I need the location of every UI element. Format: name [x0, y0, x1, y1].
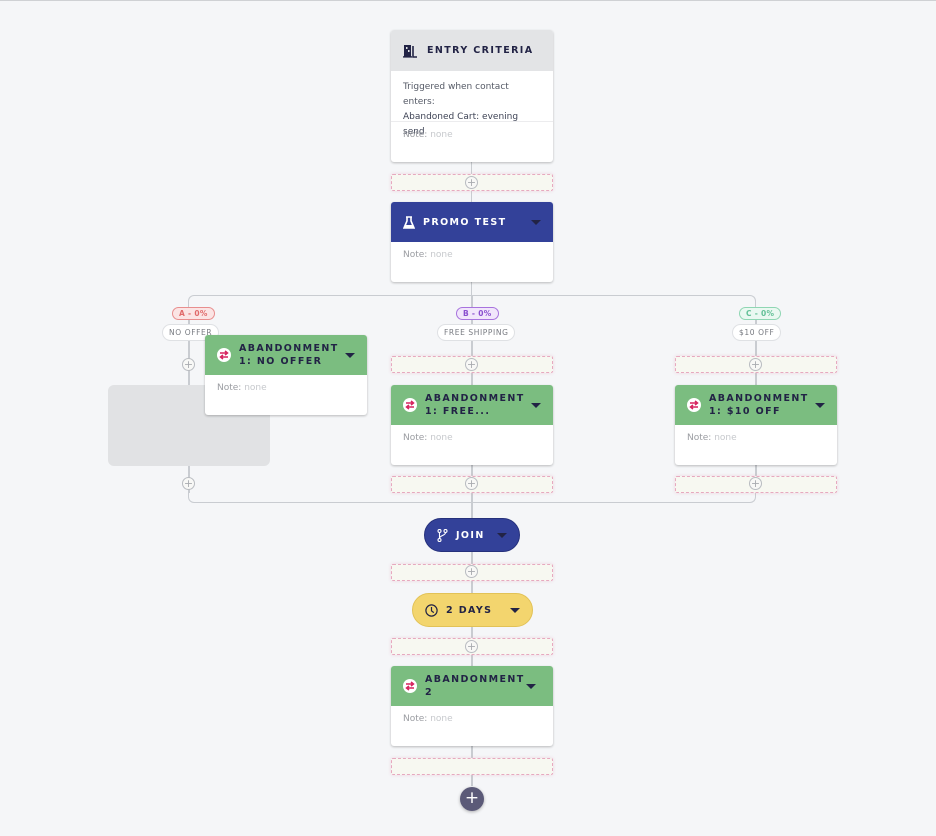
branch-c-percent-badge: C - 0%	[739, 307, 782, 320]
email-swap-icon	[217, 348, 231, 362]
note-label: Note:	[403, 714, 428, 724]
note-value: none	[430, 130, 453, 140]
insert-step-icon[interactable]: +	[182, 358, 195, 371]
entry-criteria-card[interactable]: ENTRY CRITERIA Triggered when contact en…	[391, 30, 553, 162]
note-value: none	[430, 714, 453, 724]
connector-line	[471, 282, 472, 296]
email-swap-icon	[403, 398, 417, 412]
note-value: none	[430, 250, 453, 260]
email-card-abandonment-2[interactable]: ABANDONMENT 2 Note: none	[391, 666, 553, 746]
time-delay-step[interactable]: 2 DAYS	[412, 593, 533, 627]
email-card-header: ABANDONMENT 1: NO OFFER	[205, 335, 367, 375]
building-door-icon	[403, 44, 418, 58]
chevron-down-icon[interactable]	[815, 402, 825, 408]
insert-step-icon[interactable]: +	[465, 640, 478, 653]
branch-c-label: $10 OFF	[732, 324, 782, 341]
entry-trigger-label: Triggered when contact enters:	[403, 82, 509, 107]
entry-criteria-title: ENTRY CRITERIA	[427, 45, 534, 56]
note-label: Note:	[217, 383, 242, 393]
email-card-header: ABANDONMENT 1: FREE...	[391, 385, 553, 425]
drop-zone[interactable]	[391, 758, 553, 775]
note-value: none	[430, 433, 453, 443]
email-card-header: ABANDONMENT 2	[391, 666, 553, 706]
email-card-title: ABANDONMENT 1: NO OFFER	[239, 343, 339, 367]
chevron-down-icon[interactable]	[531, 402, 541, 408]
time-delay-title: 2 DAYS	[446, 604, 493, 616]
chevron-down-icon[interactable]	[345, 352, 355, 358]
branch-a-percent-badge: A - 0%	[172, 307, 215, 320]
branch-b-percent-badge: B - 0%	[456, 307, 499, 320]
email-card-header: ABANDONMENT 1: $10 OFF	[675, 385, 837, 425]
chevron-down-icon[interactable]	[497, 532, 507, 538]
note-label: Note:	[403, 130, 428, 140]
email-note: Note: none	[205, 375, 367, 415]
note-label: Note:	[403, 250, 428, 260]
insert-step-icon[interactable]: +	[749, 358, 762, 371]
promo-test-card[interactable]: PROMO TEST Note: none	[391, 202, 553, 282]
chevron-down-icon[interactable]	[510, 607, 520, 613]
insert-step-icon[interactable]: +	[465, 565, 478, 578]
insert-step-icon[interactable]: +	[182, 477, 195, 490]
promo-note: Note: none	[391, 242, 553, 282]
email-card-branch-b[interactable]: ABANDONMENT 1: FREE... Note: none	[391, 385, 553, 465]
entry-criteria-header: ENTRY CRITERIA	[391, 30, 553, 71]
email-note: Note: none	[391, 706, 553, 746]
insert-step-icon[interactable]: +	[465, 477, 478, 490]
note-label: Note:	[403, 433, 428, 443]
clock-icon	[425, 603, 438, 617]
email-card-title: ABANDONMENT 1: $10 OFF	[709, 393, 809, 417]
chevron-down-icon[interactable]	[531, 219, 541, 225]
join-step[interactable]: JOIN	[424, 518, 520, 552]
chevron-down-icon[interactable]	[526, 683, 536, 689]
email-card-branch-a[interactable]: ABANDONMENT 1: NO OFFER Note: none	[205, 335, 367, 415]
email-swap-icon	[687, 398, 701, 412]
email-card-branch-c[interactable]: ABANDONMENT 1: $10 OFF Note: none	[675, 385, 837, 465]
promo-test-title: PROMO TEST	[423, 216, 507, 228]
note-value: none	[714, 433, 737, 443]
note-label: Note:	[687, 433, 712, 443]
note-value: none	[244, 383, 267, 393]
promo-test-header: PROMO TEST	[391, 202, 553, 242]
email-note: Note: none	[675, 425, 837, 465]
join-title: JOIN	[456, 529, 485, 541]
branch-b-label: FREE SHIPPING	[437, 324, 516, 341]
email-card-title: ABANDONMENT 1: FREE...	[425, 393, 525, 417]
insert-step-icon[interactable]: +	[749, 477, 762, 490]
insert-step-icon[interactable]: +	[465, 358, 478, 371]
email-card-title: ABANDONMENT 2	[425, 674, 525, 698]
insert-step-icon[interactable]: +	[465, 176, 478, 189]
flask-icon	[403, 215, 415, 229]
entry-description: Triggered when contact enters: Abandoned…	[391, 71, 553, 137]
email-swap-icon	[403, 679, 417, 693]
email-note: Note: none	[391, 425, 553, 465]
branch-merge-icon	[437, 528, 448, 542]
add-step-button[interactable]: +	[460, 787, 484, 811]
